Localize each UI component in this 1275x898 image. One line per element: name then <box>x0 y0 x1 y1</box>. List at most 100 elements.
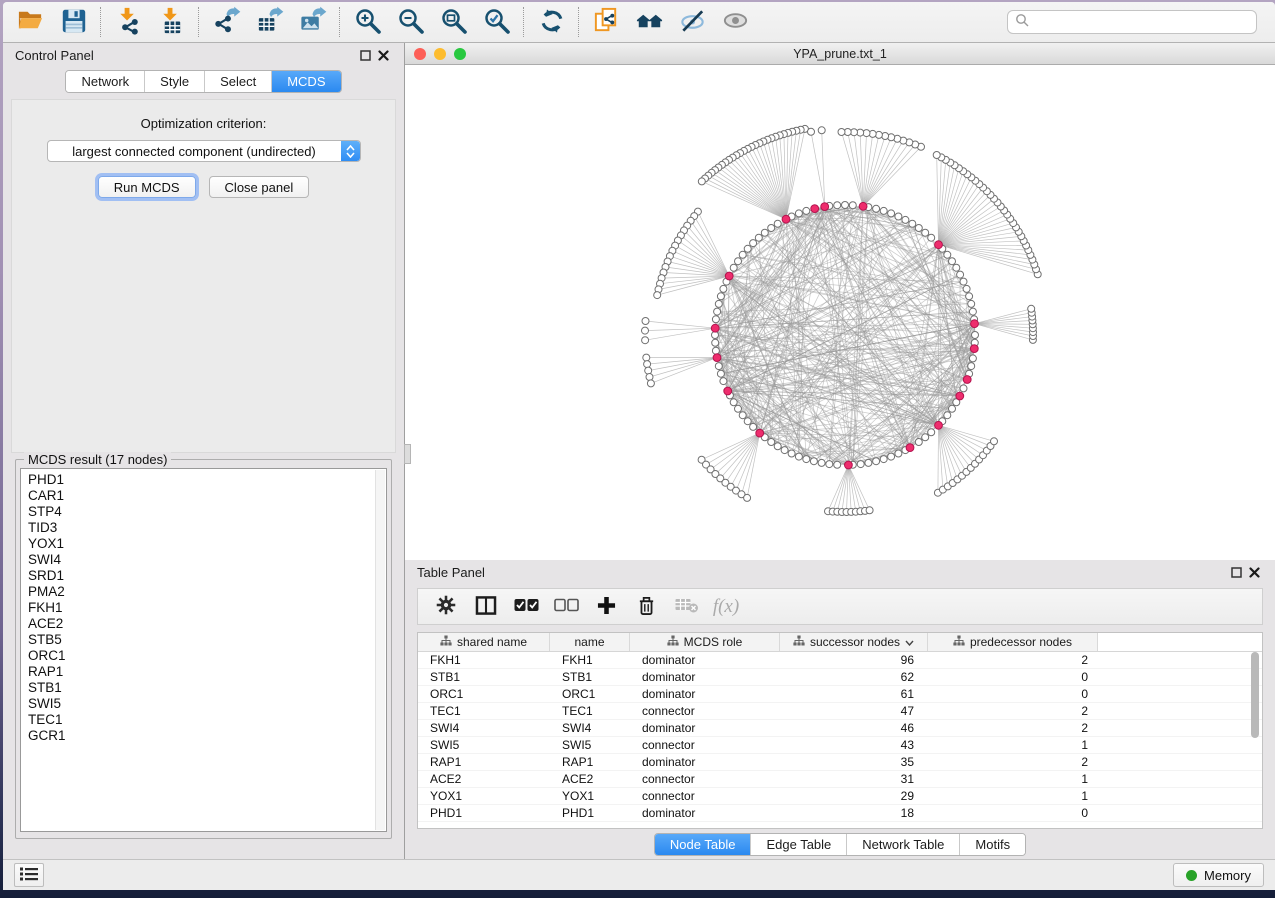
search-input[interactable] <box>1034 14 1249 30</box>
table-cell[interactable]: 1 <box>928 789 1098 803</box>
select-all-button[interactable] <box>506 592 546 622</box>
table-cell[interactable]: 0 <box>928 687 1098 701</box>
table-row[interactable]: ORC1ORC1dominator610 <box>418 686 1262 703</box>
table-row[interactable]: ACE2ACE2connector311 <box>418 771 1262 788</box>
export-image-button[interactable] <box>291 5 334 39</box>
table-cell[interactable]: TEC1 <box>550 704 630 718</box>
mcds-result-item[interactable]: SWI4 <box>28 552 386 568</box>
table-cell[interactable]: connector <box>630 738 780 752</box>
table-row[interactable]: FKH1FKH1dominator962 <box>418 652 1262 669</box>
table-cell[interactable]: STB1 <box>418 670 550 684</box>
table-cell[interactable]: 2 <box>928 653 1098 667</box>
first-neighbors-button[interactable] <box>628 5 671 39</box>
table-cell[interactable]: ORC1 <box>418 687 550 701</box>
import-table-button[interactable] <box>150 5 193 39</box>
table-cell[interactable]: PHD1 <box>550 806 630 820</box>
table-row[interactable]: PHD1PHD1dominator180 <box>418 805 1262 822</box>
table-cell[interactable]: 2 <box>928 755 1098 769</box>
mcds-result-item[interactable]: SWI5 <box>28 696 386 712</box>
tab-mcds[interactable]: MCDS <box>271 71 340 92</box>
apply-layout-button[interactable] <box>530 5 573 39</box>
table-cell[interactable]: YOX1 <box>418 789 550 803</box>
mcds-result-item[interactable]: STP4 <box>28 504 386 520</box>
mcds-result-item[interactable]: GCR1 <box>28 728 386 744</box>
import-network-button[interactable] <box>107 5 150 39</box>
add-column-button[interactable] <box>586 592 626 622</box>
table-row[interactable]: SWI4SWI4dominator462 <box>418 720 1262 737</box>
tab-select[interactable]: Select <box>204 71 271 92</box>
open-file-button[interactable] <box>9 5 52 39</box>
table-cell[interactable]: dominator <box>630 670 780 684</box>
table-cell[interactable]: connector <box>630 772 780 786</box>
column-header-MCDS-role[interactable]: MCDS role <box>630 633 780 651</box>
table-cell[interactable]: SWI5 <box>418 738 550 752</box>
export-network-button[interactable] <box>205 5 248 39</box>
table-cell[interactable]: 0 <box>928 670 1098 684</box>
table-cell[interactable]: FKH1 <box>550 653 630 667</box>
table-row[interactable]: YOX1YOX1connector291 <box>418 788 1262 805</box>
mcds-result-item[interactable]: CAR1 <box>28 488 386 504</box>
copy-network-button[interactable] <box>585 5 628 39</box>
table-cell[interactable]: 47 <box>780 704 928 718</box>
table-cell[interactable]: FKH1 <box>418 653 550 667</box>
close-table-panel-button[interactable] <box>1245 565 1263 581</box>
table-scrollbar-thumb[interactable] <box>1251 652 1259 738</box>
hide-selected-button[interactable] <box>671 5 714 39</box>
show-all-button[interactable] <box>714 5 757 39</box>
table-cell[interactable]: STB1 <box>550 670 630 684</box>
table-cell[interactable]: TEC1 <box>418 704 550 718</box>
table-cell[interactable]: 43 <box>780 738 928 752</box>
tab-network[interactable]: Network <box>66 71 144 92</box>
mcds-result-item[interactable]: STB1 <box>28 680 386 696</box>
table-cell[interactable]: RAP1 <box>418 755 550 769</box>
result-list-scrollbar[interactable] <box>375 470 385 830</box>
memory-button[interactable]: Memory <box>1173 863 1264 887</box>
table-cell[interactable]: dominator <box>630 653 780 667</box>
close-panel-button[interactable] <box>374 48 392 64</box>
mcds-result-item[interactable]: STB5 <box>28 632 386 648</box>
mcds-result-item[interactable]: TEC1 <box>28 712 386 728</box>
criterion-dropdown[interactable]: largest connected component (undirected) <box>47 140 361 162</box>
mcds-result-item[interactable]: TID3 <box>28 520 386 536</box>
node-table[interactable]: shared namenameMCDS rolesuccessor nodesp… <box>417 632 1263 829</box>
task-history-button[interactable] <box>14 863 44 887</box>
table-cell[interactable]: dominator <box>630 721 780 735</box>
tab-network-table[interactable]: Network Table <box>846 834 959 855</box>
table-cell[interactable]: YOX1 <box>550 789 630 803</box>
column-view-button[interactable] <box>466 592 506 622</box>
table-cell[interactable]: ACE2 <box>418 772 550 786</box>
table-cell[interactable]: PHD1 <box>418 806 550 820</box>
table-cell[interactable]: 2 <box>928 721 1098 735</box>
splitter-grip[interactable] <box>404 444 411 464</box>
run-mcds-button[interactable]: Run MCDS <box>98 176 196 198</box>
column-header-name[interactable]: name <box>550 633 630 651</box>
column-header-predecessor-nodes[interactable]: predecessor nodes <box>928 633 1098 651</box>
mcds-result-item[interactable]: SRD1 <box>28 568 386 584</box>
tab-motifs[interactable]: Motifs <box>959 834 1025 855</box>
table-cell[interactable]: dominator <box>630 806 780 820</box>
table-cell[interactable]: 18 <box>780 806 928 820</box>
search-box[interactable] <box>1007 10 1257 34</box>
table-cell[interactable]: connector <box>630 789 780 803</box>
table-cell[interactable]: 96 <box>780 653 928 667</box>
table-cell[interactable]: 2 <box>928 704 1098 718</box>
export-table-button[interactable] <box>248 5 291 39</box>
table-cell[interactable]: 1 <box>928 738 1098 752</box>
table-row[interactable]: TEC1TEC1connector472 <box>418 703 1262 720</box>
table-cell[interactable]: ORC1 <box>550 687 630 701</box>
zoom-in-button[interactable] <box>346 5 389 39</box>
table-cell[interactable]: 61 <box>780 687 928 701</box>
close-panel-button-mcds[interactable]: Close panel <box>209 176 310 198</box>
table-cell[interactable]: 62 <box>780 670 928 684</box>
mcds-result-item[interactable]: YOX1 <box>28 536 386 552</box>
mcds-result-list[interactable]: PHD1CAR1STP4TID3YOX1SWI4SRD1PMA2FKH1ACE2… <box>20 468 387 832</box>
zoom-selected-button[interactable] <box>475 5 518 39</box>
deselect-all-button[interactable] <box>546 592 586 622</box>
table-cell[interactable]: 31 <box>780 772 928 786</box>
table-cell[interactable]: SWI4 <box>550 721 630 735</box>
table-cell[interactable]: 35 <box>780 755 928 769</box>
zoom-fit-button[interactable] <box>432 5 475 39</box>
mcds-result-item[interactable]: ORC1 <box>28 648 386 664</box>
column-header-shared-name[interactable]: shared name <box>418 633 550 651</box>
table-scrollbar[interactable] <box>1250 652 1260 826</box>
